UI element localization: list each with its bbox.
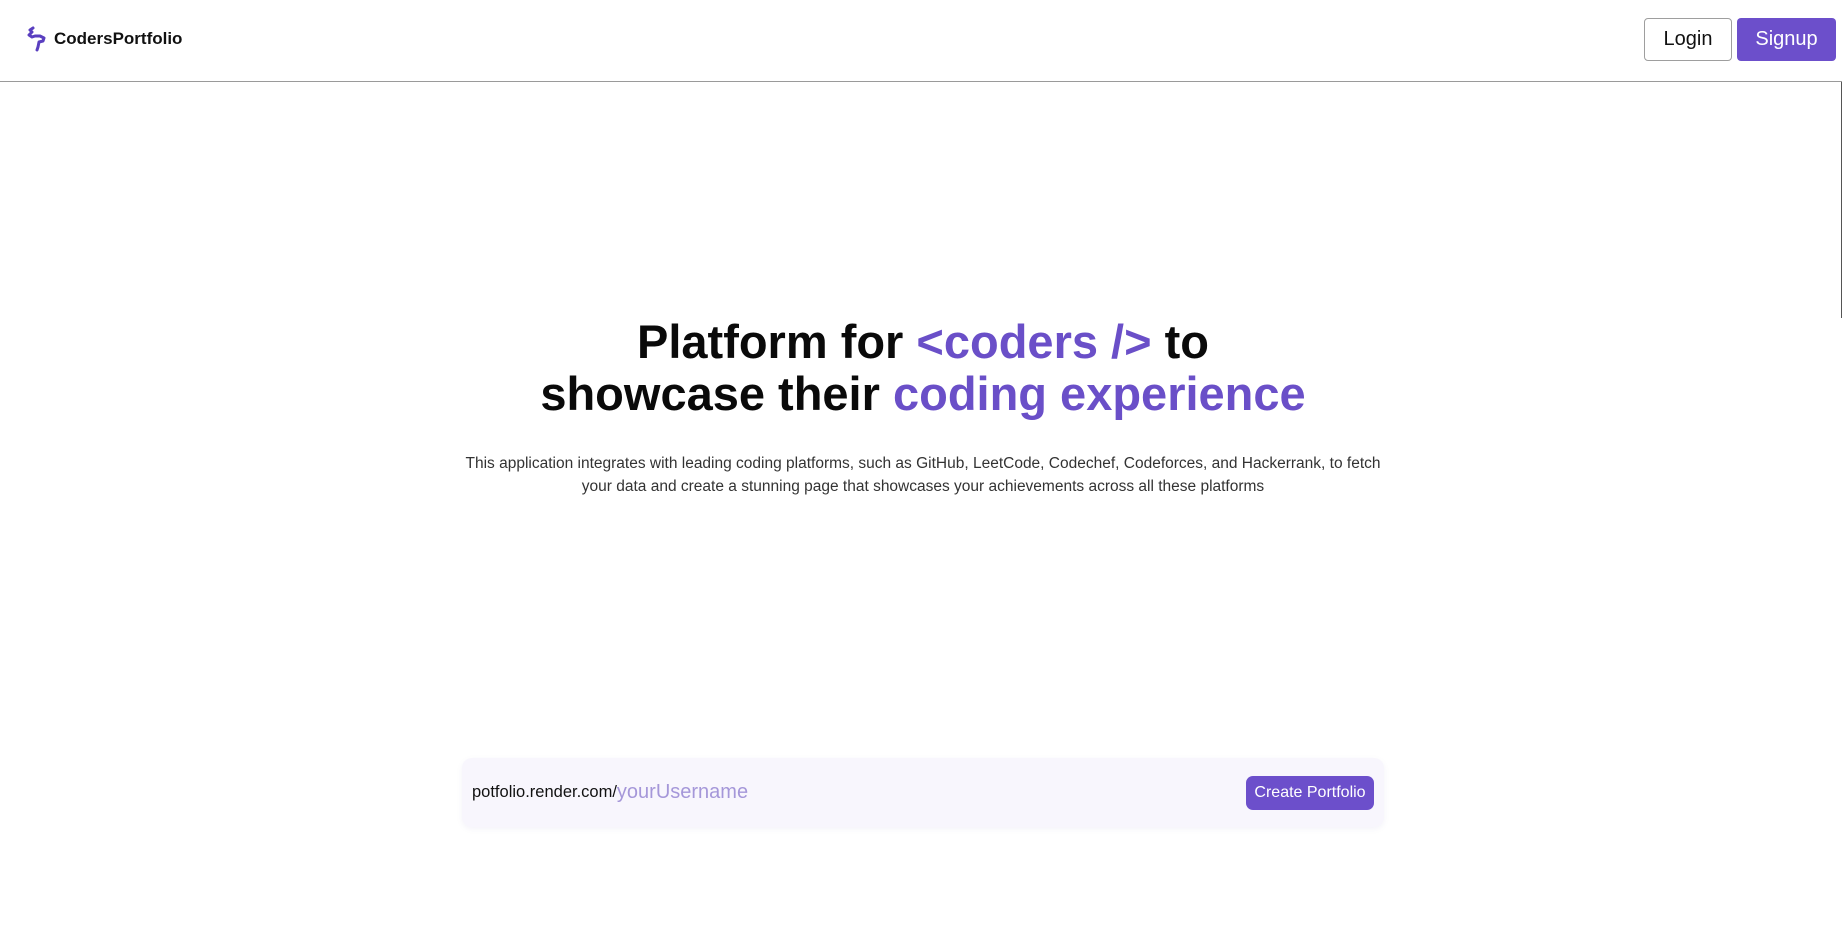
brand-name: CodersPortfolio (54, 29, 183, 48)
hero-accent-experience: coding experience (892, 367, 1306, 420)
brand-logo-icon (26, 26, 48, 52)
hero-description: This application integrates with leading… (465, 455, 1381, 495)
hero-line1-end: to (1151, 315, 1209, 368)
hero-title: Platform for <coders /> to showcase thei… (0, 316, 1842, 420)
top-navbar: CodersPortfolio Login Signup (0, 0, 1842, 82)
signup-button[interactable]: Signup (1737, 18, 1836, 61)
username-input[interactable] (616, 781, 1217, 804)
hero-accent-coders: <coders /> (916, 315, 1152, 368)
hero-title-line2: showcase their coding experience (540, 367, 1305, 420)
hero-line1-text: Platform for (637, 315, 917, 368)
login-button[interactable]: Login (1644, 18, 1732, 61)
portfolio-url-form: potfolio.render.com/ Create Portfolio (462, 758, 1384, 827)
brand[interactable]: CodersPortfolio (26, 26, 182, 52)
create-portfolio-button[interactable]: Create Portfolio (1246, 776, 1374, 810)
hero-line2-text: showcase their (540, 367, 893, 420)
url-prefix: potfolio.render.com/ (472, 783, 617, 801)
hero-title-line1: Platform for <coders /> to (637, 315, 1209, 368)
